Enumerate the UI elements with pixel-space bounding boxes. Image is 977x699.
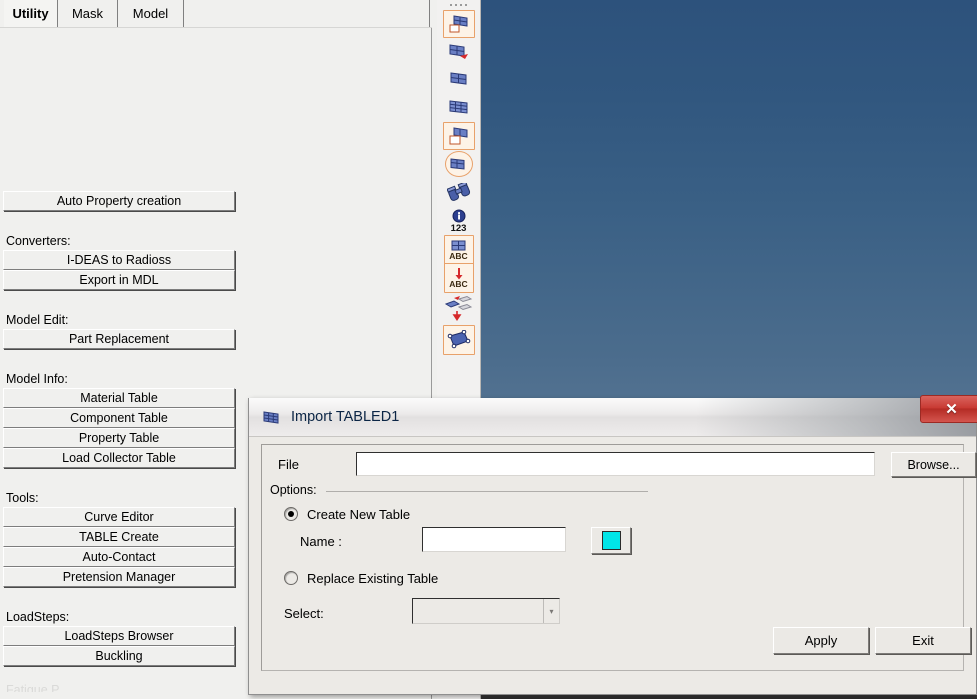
tab-mask[interactable]: Mask <box>58 0 118 27</box>
tab-model-label: Model <box>132 6 169 21</box>
dialog-title: Import TABLED1 <box>291 409 400 425</box>
toolbar-item-table-import[interactable] <box>437 38 480 66</box>
toolbar-drag-handle[interactable] <box>437 0 480 10</box>
section-label-model-edit: Model Edit: <box>6 313 69 327</box>
buckling-button[interactable]: Buckling <box>3 646 235 666</box>
table-edit-icon <box>450 72 466 85</box>
toolbar-item-find[interactable] <box>437 178 480 206</box>
toolbar-item-abc-arrow[interactable]: ABC <box>437 263 480 293</box>
toolbar-item-table-grid[interactable] <box>437 94 480 122</box>
toolbar-item-table-delete[interactable] <box>437 122 480 150</box>
file-input[interactable] <box>356 452 875 476</box>
file-row: File Browse... <box>278 452 976 478</box>
radio-replace-existing-table-indicator[interactable] <box>284 571 298 585</box>
utility-controls-column: Auto Property creation Converters: I-DEA… <box>3 28 235 692</box>
tab-utility-label: Utility <box>12 6 49 21</box>
curve-editor-button[interactable]: Curve Editor <box>3 507 235 527</box>
tab-utility[interactable]: Utility <box>4 0 58 27</box>
radio-create-new-table-label: Create New Table <box>307 506 411 522</box>
radio-create-new-table[interactable]: Create New Table <box>284 503 924 525</box>
load-collector-table-button[interactable]: Load Collector Table <box>3 448 235 468</box>
close-icon[interactable]: ✕ <box>920 395 977 423</box>
file-label: File <box>278 457 299 472</box>
radio-replace-existing-table-label: Replace Existing Table <box>307 570 439 586</box>
toolbar-item-transform[interactable] <box>437 292 480 324</box>
section-label-converters: Converters: <box>6 234 71 248</box>
select-label: Select: <box>284 606 324 621</box>
app-window: Utility Mask Model Auto Property creatio… <box>0 0 977 699</box>
options-group-label: Options: <box>270 483 320 497</box>
export-in-mdl-button[interactable]: Export in MDL <box>3 270 235 290</box>
info-number-label: 123 <box>450 222 467 234</box>
toolbar-item-info[interactable]: 123 <box>437 206 480 236</box>
color-swatch <box>601 531 621 550</box>
radio-create-new-table-indicator[interactable] <box>284 507 298 521</box>
section-label-model-info: Model Info: <box>6 372 68 386</box>
table-grid-icon <box>263 410 279 424</box>
part-replacement-button[interactable]: Part Replacement <box>3 329 235 349</box>
table-create-button[interactable]: TABLE Create <box>3 527 235 547</box>
toolbar-item-quad[interactable] <box>437 324 480 356</box>
table-grid-icon <box>449 100 467 114</box>
dialog-content: File Browse... Options: Create New Table… <box>261 444 976 671</box>
auto-property-creation-button[interactable]: Auto Property creation <box>3 191 235 211</box>
ideas-to-radioss-button[interactable]: I-DEAS to Radioss <box>3 250 235 270</box>
abc-label-icon <box>451 240 466 250</box>
property-table-button[interactable]: Property Table <box>3 428 235 448</box>
table-create-icon <box>449 15 467 33</box>
transform-icon <box>444 295 472 321</box>
radio-replace-existing-table[interactable]: Replace Existing Table <box>284 567 924 589</box>
dialog-footer: Apply Exit <box>262 627 971 657</box>
name-input[interactable] <box>422 527 566 552</box>
material-table-button[interactable]: Material Table <box>3 388 235 408</box>
apply-button[interactable]: Apply <box>773 627 869 654</box>
panel-top-spacer <box>3 28 235 191</box>
section-label-tools: Tools: <box>6 491 39 505</box>
options-area: Create New Table Name : Replace Existing… <box>284 503 924 631</box>
exit-button[interactable]: Exit <box>875 627 971 654</box>
dialog-titlebar[interactable]: Import TABLED1 ✕ <box>249 395 977 437</box>
toolbar-item-table-create[interactable] <box>437 10 480 38</box>
toolbar-item-table-edit[interactable] <box>437 66 480 94</box>
section-label-loadsteps: LoadSteps: <box>6 610 70 624</box>
quad-element-icon <box>447 330 470 349</box>
panel-tab-strip: Utility Mask Model <box>0 0 432 28</box>
toolbar-item-abc-label[interactable]: ABC <box>437 235 480 265</box>
pretension-manager-button[interactable]: Pretension Manager <box>3 567 235 587</box>
browse-button[interactable]: Browse... <box>891 452 976 477</box>
auto-contact-button[interactable]: Auto-Contact <box>3 547 235 567</box>
toolbar-item-table-review[interactable] <box>437 150 480 178</box>
color-swatch-button[interactable] <box>591 527 631 554</box>
name-field-row: Name : <box>284 525 924 559</box>
binoculars-icon <box>446 183 470 201</box>
tab-filler <box>184 0 430 27</box>
tab-model[interactable]: Model <box>118 0 184 27</box>
options-group-rule <box>326 491 648 492</box>
abc-text: ABC <box>449 250 468 261</box>
table-review-icon <box>450 157 465 170</box>
section-label-fatigue-clipped: Fatigue P <box>6 684 60 692</box>
loadsteps-browser-button[interactable]: LoadSteps Browser <box>3 626 235 646</box>
tab-mask-label: Mask <box>71 6 104 21</box>
import-tabled1-dialog: Import TABLED1 ✕ File Browse... Options:… <box>248 395 977 695</box>
abc-arrow-text: ABC <box>449 279 468 289</box>
name-label: Name : <box>300 534 342 549</box>
table-select-dropdown[interactable]: ▾ <box>412 598 560 624</box>
table-delete-icon <box>449 127 467 145</box>
chevron-down-icon: ▾ <box>543 599 559 623</box>
info-icon <box>452 209 465 222</box>
select-field-row: Select: ▾ <box>284 597 924 631</box>
component-table-button[interactable]: Component Table <box>3 408 235 428</box>
table-import-icon <box>449 44 468 59</box>
